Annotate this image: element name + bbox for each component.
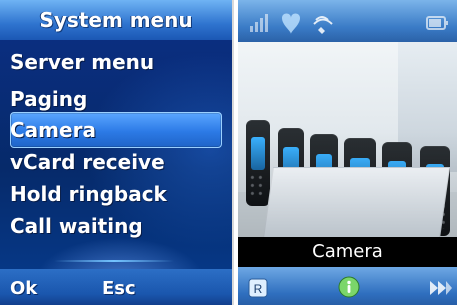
- camera-preview: [238, 42, 457, 237]
- menu-item-camera[interactable]: Camera: [10, 118, 96, 142]
- preview-shadow: [238, 132, 457, 237]
- r-softkey-label: R: [254, 282, 263, 296]
- left-phone-screen: System menu Server menu Paging Camera vC…: [0, 0, 234, 305]
- status-bar: [238, 0, 457, 42]
- camera-caption-bar: Camera: [238, 237, 457, 267]
- right-phone-screen: Camera R: [238, 0, 457, 305]
- esc-softkey[interactable]: Esc: [102, 278, 136, 299]
- forward-icon[interactable]: [428, 278, 452, 298]
- battery-icon: [426, 16, 448, 30]
- screen-title: System menu: [39, 8, 193, 32]
- signal-icon: [250, 14, 268, 32]
- info-icon[interactable]: [338, 276, 360, 298]
- right-softkey-bar: R: [238, 267, 457, 305]
- camera-caption: Camera: [312, 241, 383, 262]
- menu-item-vcard-receive[interactable]: vCard receive: [10, 150, 165, 174]
- menu-item-server-menu[interactable]: Server menu: [10, 50, 154, 74]
- heart-icon: [282, 13, 300, 34]
- menu-item-paging[interactable]: Paging: [10, 87, 87, 111]
- menu-item-call-waiting[interactable]: Call waiting: [10, 214, 143, 238]
- r-softkey[interactable]: R: [248, 278, 268, 298]
- menu-divider: [54, 260, 174, 262]
- title-bar: System menu: [0, 0, 232, 40]
- ok-softkey[interactable]: Ok: [10, 278, 37, 299]
- left-softkey-bar: Ok Esc: [0, 269, 232, 305]
- menu-item-hold-ringback[interactable]: Hold ringback: [10, 182, 167, 206]
- call-icon: [313, 16, 333, 34]
- status-icons: [250, 13, 448, 34]
